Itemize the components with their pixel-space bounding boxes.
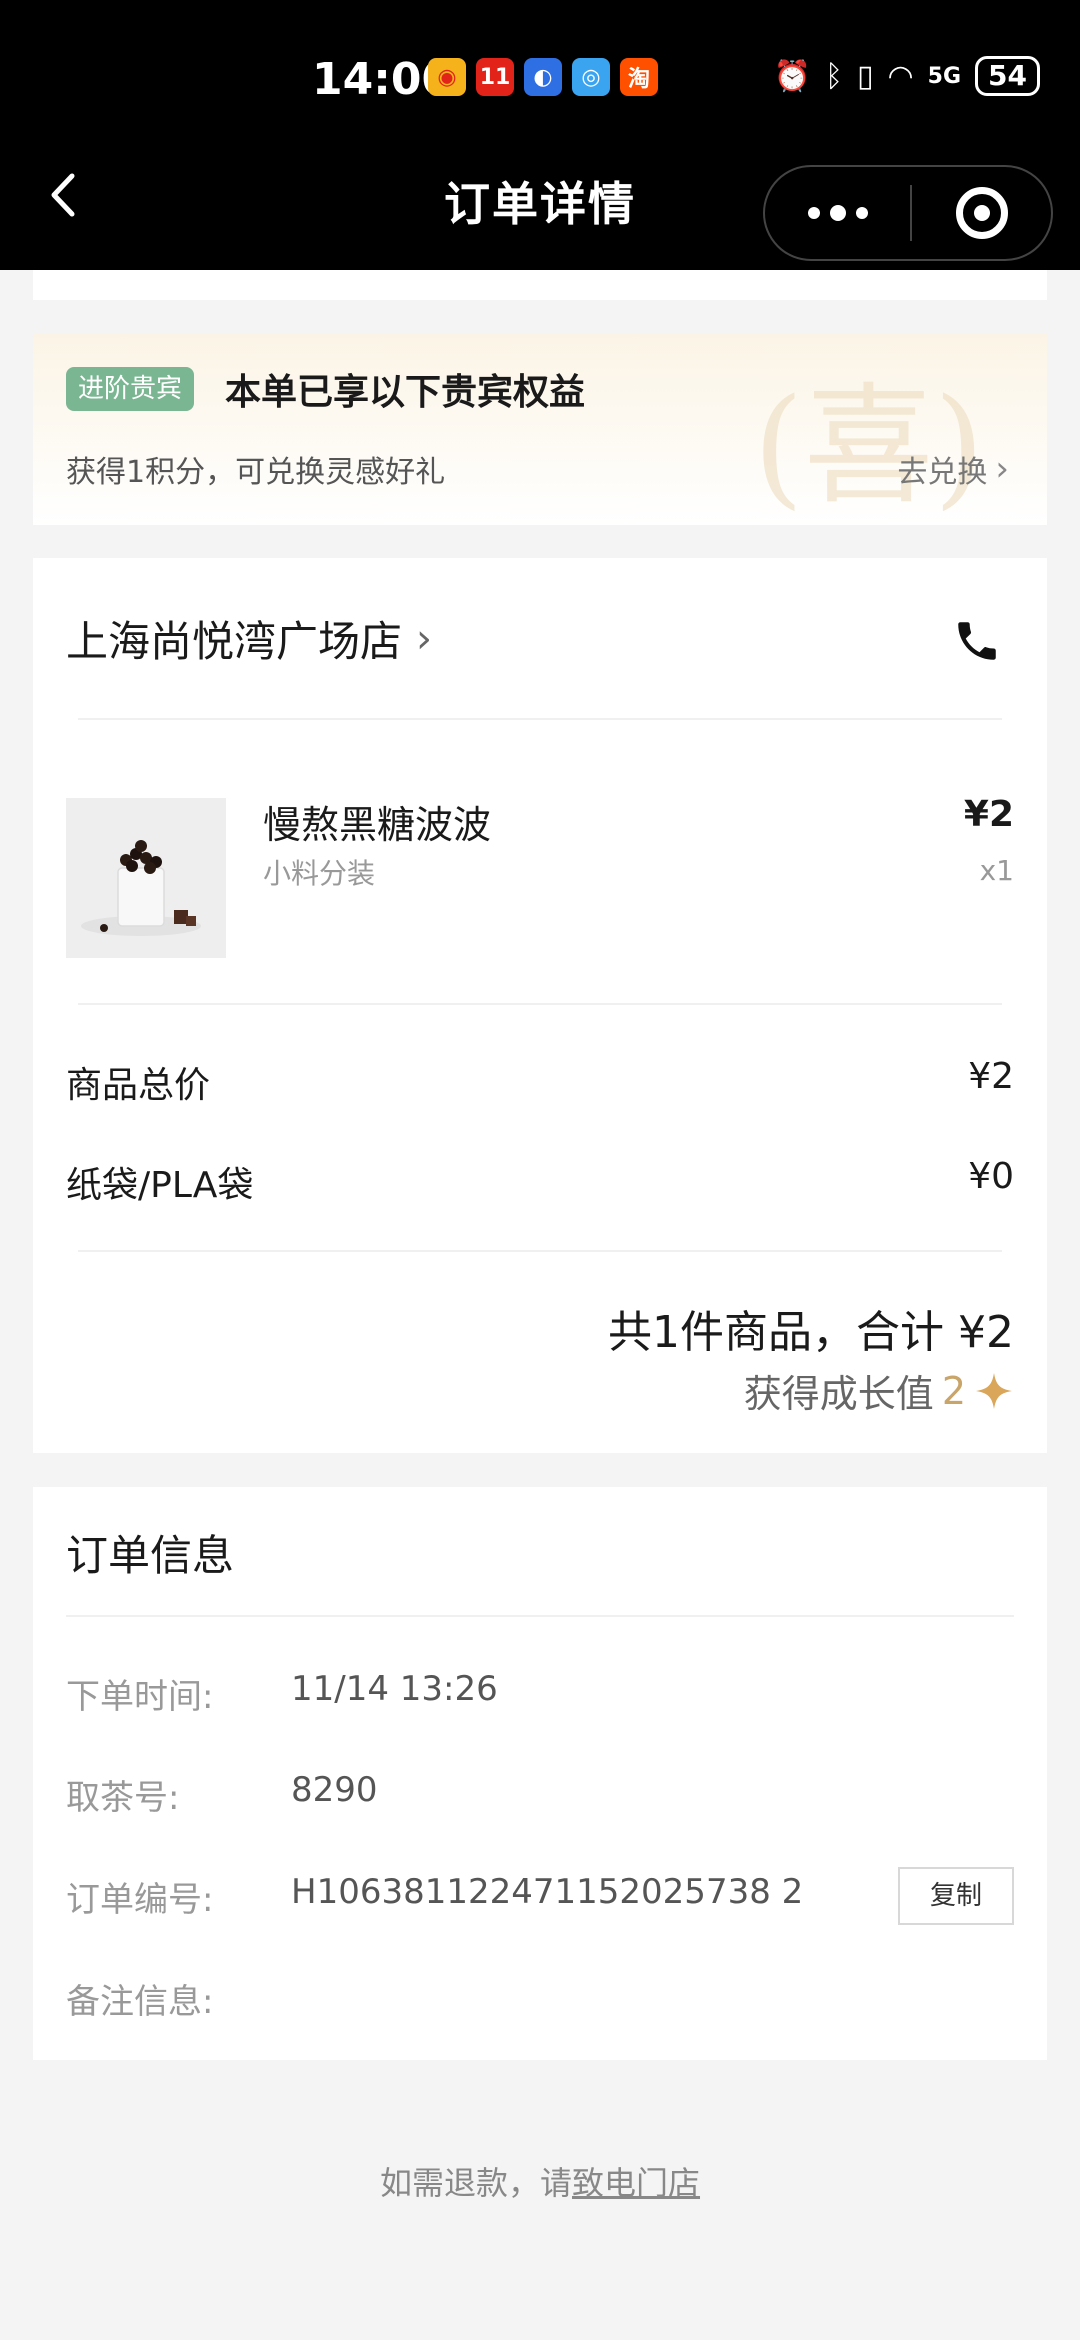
chevron-right-icon: › (416, 615, 433, 662)
wifi-icon: ◠ (887, 58, 914, 94)
signal-icon: 5G (927, 63, 962, 89)
alarm-icon: ⏰ (773, 58, 811, 94)
product-name: 慢熬黑糖波波 (263, 803, 492, 847)
chevron-right-icon: › (995, 449, 1009, 489)
close-miniprogram-button[interactable] (912, 167, 1051, 259)
card-remnant (33, 270, 1047, 300)
copy-button[interactable]: 复制 (898, 1867, 1014, 1925)
product-photo (66, 798, 226, 958)
vip-benefits-card: (喜) 进阶贵宾 本单已享以下贵宾权益 获得1积分，可兑换灵感好礼 去兑换 › (33, 333, 1047, 525)
growth-label: 获得成长值 (743, 1372, 934, 1416)
bluetooth-icon: ᛒ (824, 58, 843, 94)
status-bar: 14:00 ◉ 11 ◐ ◎ 淘 ⏰ ᛒ ▯ ◠ 5G 54 (0, 50, 1080, 110)
remark-label: 备注信息: (66, 1982, 214, 2022)
more-button[interactable] (765, 167, 910, 259)
divider (78, 1250, 1002, 1252)
refund-note: 如需退款，请致电门店 (0, 2158, 1080, 2204)
redeem-link[interactable]: 去兑换 › (897, 447, 1009, 491)
product-price: ¥2 (963, 794, 1014, 835)
sparkle-icon (976, 1372, 1012, 1409)
top-bar: 14:00 ◉ 11 ◐ ◎ 淘 ⏰ ᛒ ▯ ◠ 5G 54 订单详情 (0, 0, 1080, 270)
order-time-label: 下单时间: (66, 1677, 214, 1717)
product-spec: 小料分装 (263, 857, 376, 890)
bag-fee-label: 纸袋/PLA袋 (66, 1165, 254, 1206)
system-icons: ⏰ ᛒ ▯ ◠ 5G 54 (774, 56, 1040, 96)
battery-icon: 54 (975, 56, 1040, 96)
bulb-app-icon: ◐ (524, 58, 562, 96)
miniprogram-capsule (763, 165, 1053, 261)
subtotal-value: ¥2 (968, 1056, 1014, 1097)
tmall-icon: 11 (476, 58, 514, 96)
notification-icons: ◉ 11 ◐ ◎ 淘 (428, 58, 658, 96)
order-number-value: H106381122471152025738 2 (291, 1872, 804, 1912)
divider (66, 1615, 1014, 1617)
order-total: 共1件商品，合计 ¥2 (608, 1307, 1014, 1358)
browser-app-icon: ◎ (572, 58, 610, 96)
order-info-card: 订单信息 下单时间: 11/14 13:26 取茶号: 8290 订单编号: H… (33, 1487, 1047, 2060)
order-card: 上海尚悦湾广场店 › 慢熬黑糖波波 小料分装 ¥2 x1 商品总价 ¥2 纸袋/ (33, 558, 1047, 1453)
refund-prefix: 如需退款，请 (379, 2164, 572, 2202)
store-name: 上海尚悦湾广场店 (66, 617, 403, 666)
product-qty: x1 (979, 854, 1014, 887)
redeem-link-label: 去兑换 (897, 455, 988, 490)
call-store-link[interactable]: 致电门店 (572, 2164, 700, 2202)
store-link[interactable]: 上海尚悦湾广场店 › (66, 608, 432, 669)
order-time-value: 11/14 13:26 (291, 1669, 498, 1709)
phone-button[interactable] (952, 616, 1002, 666)
vip-badge: 进阶贵宾 (66, 367, 195, 411)
phone-icon (958, 622, 996, 660)
vibrate-icon: ▯ (856, 58, 874, 94)
more-dot-icon (829, 205, 846, 221)
divider (78, 1003, 1002, 1005)
growth-value: 2 (941, 1368, 966, 1413)
subtotal-label: 商品总价 (66, 1065, 211, 1106)
taobao-icon: 淘 (620, 58, 658, 96)
product-image (66, 798, 226, 958)
weibo-icon: ◉ (428, 58, 466, 96)
order-number-label: 订单编号: (66, 1880, 214, 1920)
more-dot-icon (855, 207, 868, 219)
pickup-number-value: 8290 (291, 1770, 378, 1810)
divider (78, 718, 1002, 720)
more-dot-icon (807, 207, 820, 219)
bag-fee-value: ¥0 (968, 1156, 1014, 1197)
target-icon (955, 187, 1008, 239)
pickup-number-label: 取茶号: (66, 1778, 180, 1818)
growth-points: 获得成长值 2 (744, 1363, 1014, 1418)
info-title: 订单信息 (66, 1531, 235, 1580)
vip-subtitle: 获得1积分，可兑换灵感好礼 (66, 455, 446, 490)
vip-title: 本单已享以下贵宾权益 (225, 372, 586, 413)
vip-watermark: (喜) (753, 370, 985, 522)
